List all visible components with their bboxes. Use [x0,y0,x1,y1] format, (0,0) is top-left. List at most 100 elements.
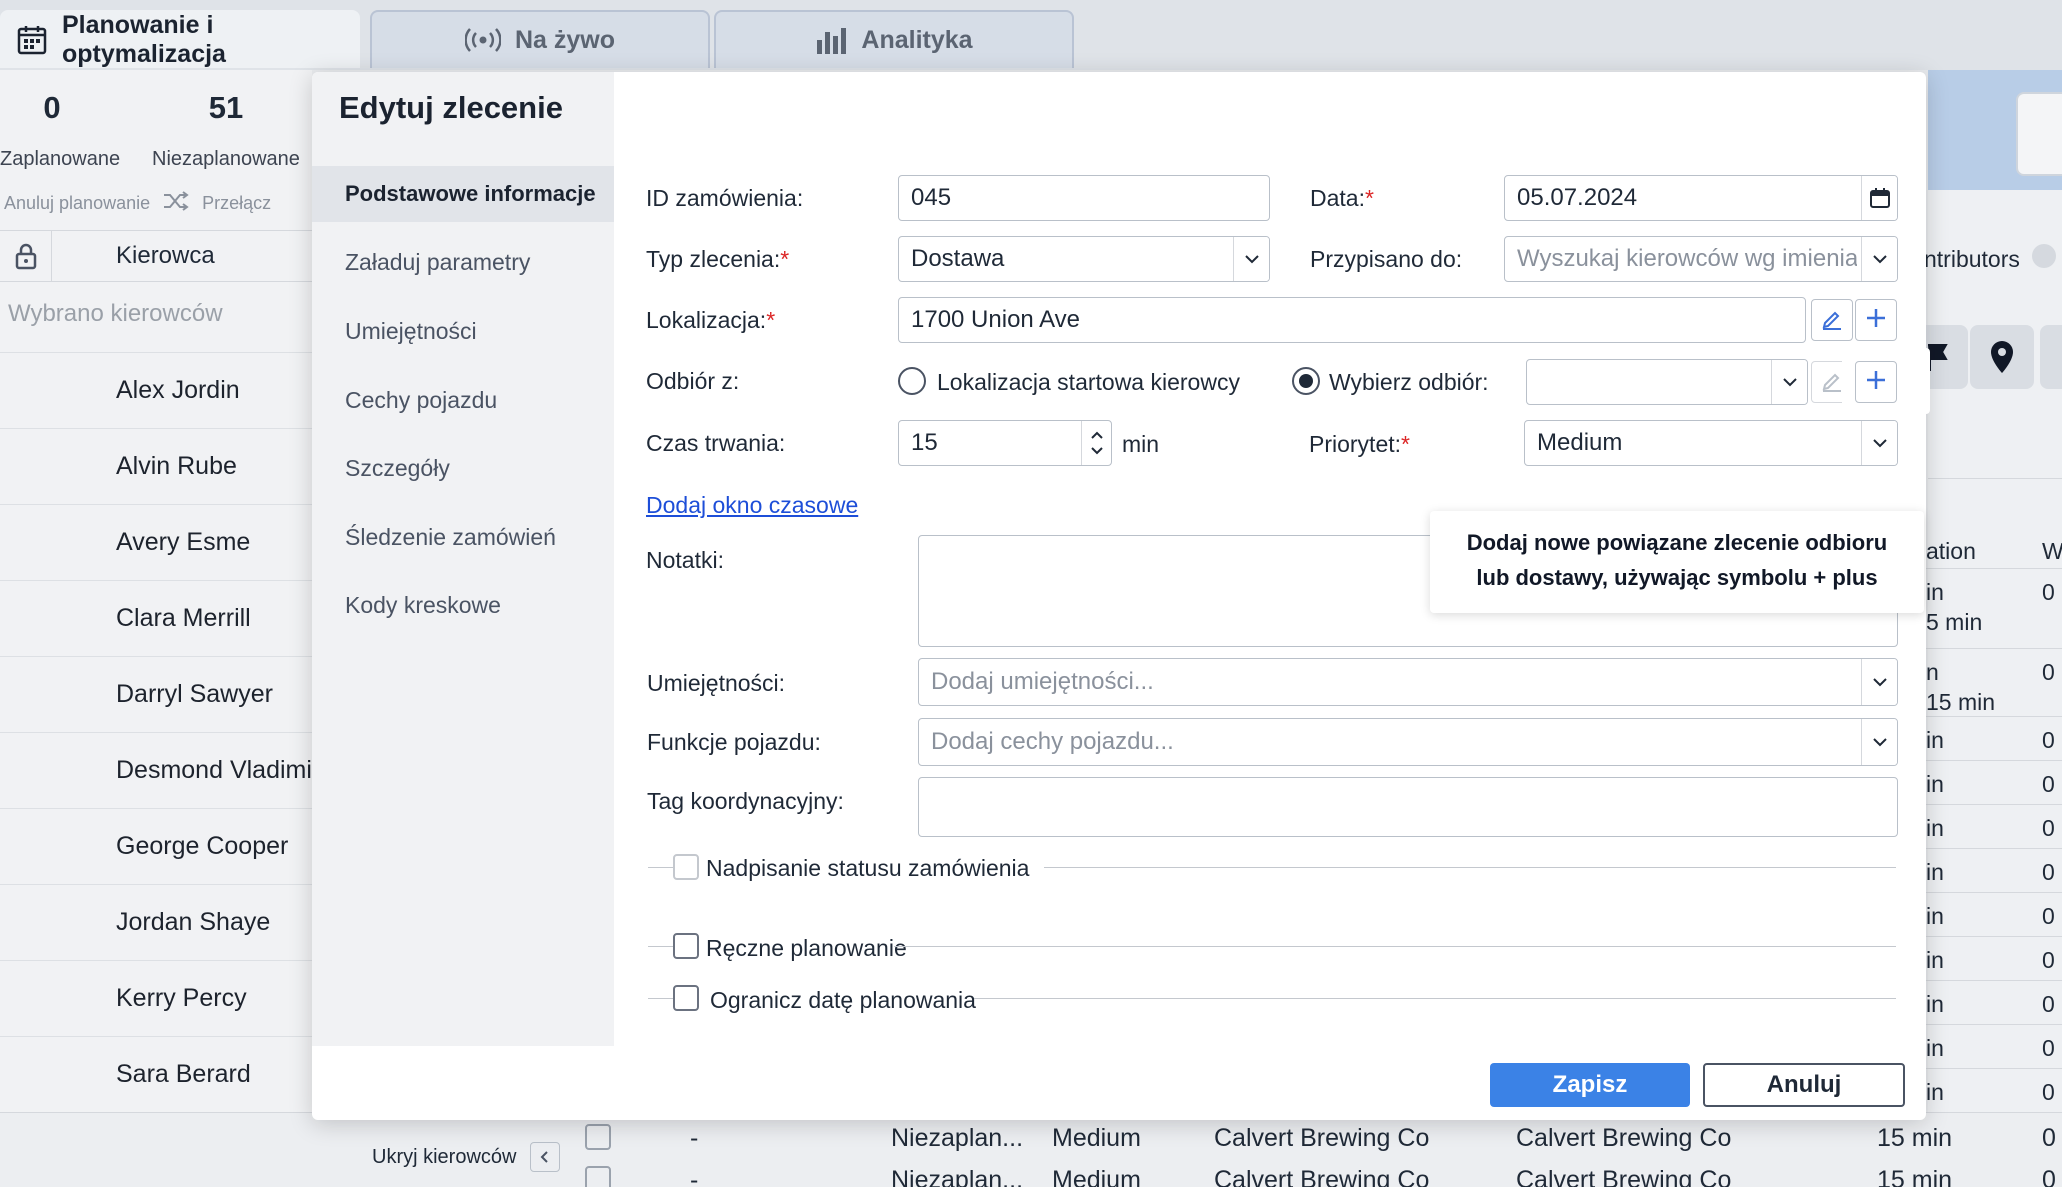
manual-planning-checkbox[interactable] [673,933,699,959]
stat-planned-value: 0 [43,90,61,125]
dialog-side-nav: Edytuj zlecenie Podstawowe informacje Za… [312,72,614,1046]
add-related-order-button[interactable] [1855,361,1897,403]
right-cell-a: n [1926,659,1939,685]
stat-planned-label: Zaplanowane [0,148,121,170]
chevron-down-icon[interactable] [1233,237,1269,281]
driver-row[interactable]: Clara Merrill [0,580,312,656]
driver-start-radio[interactable] [898,367,926,395]
right-cell-b: 0 [2042,727,2055,753]
coordination-tag-label: Tag koordynacyjny: [647,788,844,814]
nav-skills[interactable]: Umiejętności [312,303,614,359]
driver-column-header[interactable]: Kierowca [52,242,215,270]
edit-location-button[interactable] [1811,299,1853,341]
driver-row[interactable]: Avery Esme [0,504,312,580]
calendar-picker-icon[interactable] [1861,176,1897,220]
driver-row[interactable]: Alvin Rube [0,428,312,504]
duration-label: Czas trwania: [646,430,786,456]
notes-label: Notatki: [646,547,724,573]
switch-button[interactable]: Przełącz [202,193,271,214]
right-table-row: in 5 min 0 [1920,568,2062,644]
driver-row[interactable]: Sara Berard [0,1036,312,1112]
date-input[interactable]: 05.07.2024 [1504,175,1898,221]
chevron-down-icon[interactable] [1771,360,1807,404]
cancel-button[interactable]: Anuluj [1703,1063,1905,1107]
tab-analytics[interactable]: Analityka [714,10,1074,68]
order-row[interactable]: - Niezaplan... Medium Calvert Brewing Co Cal… [580,1160,2062,1187]
add-time-window-link[interactable]: Dodaj okno czasowe [646,492,858,519]
chevron-left-icon[interactable] [530,1142,561,1172]
divider [974,998,1896,999]
chevron-down-icon[interactable] [1861,719,1897,765]
limit-planning-date-checkbox[interactable] [673,985,699,1011]
hide-drivers-control[interactable]: Ukryj kierowców [372,1142,561,1172]
stack-icon[interactable] [2016,92,2062,176]
chevron-down-icon[interactable] [1861,659,1897,705]
map-pin-icon[interactable] [1970,325,2034,389]
order-row-checkbox[interactable] [585,1166,611,1187]
order-id-input[interactable]: 045 [898,175,1270,221]
calendar-icon [16,24,48,56]
order-type-select[interactable]: Dostawa [898,236,1270,282]
selected-drivers-filter[interactable]: Wybrano kierowców [8,300,223,328]
nav-load-parameters[interactable]: Załaduj parametry [312,234,614,290]
right-cell-b: 0 [2042,859,2055,885]
right-cell-b: 0 [2042,579,2055,605]
right-table-row: in 0 [1920,804,2062,848]
save-button[interactable]: Zapisz [1490,1063,1690,1107]
duration-input[interactable]: 15 [898,420,1112,466]
location-label: Lokalizacja:* [646,307,775,334]
driver-row[interactable]: George Cooper [0,808,312,884]
pickup-from-label: Odbiór z: [646,368,740,394]
driver-row[interactable]: Jordan Shaye [0,884,312,960]
choose-pickup-label[interactable]: Wybierz odbiór: [1329,369,1489,396]
plus-icon [1865,307,1887,334]
assigned-to-select[interactable]: Wyszukaj kierowców wg imienia lub na [1504,236,1898,282]
shuffle-icon[interactable] [162,190,190,217]
pickup-select[interactable] [1526,359,1808,405]
right-table-row: in 0 [1920,848,2062,892]
hide-drivers-label: Ukryj kierowców [372,1145,517,1168]
nav-order-tracking[interactable]: Śledzenie zamówień [312,509,614,565]
duration-stepper[interactable] [1081,421,1111,465]
chevron-down-icon[interactable] [1861,421,1897,465]
order-cell: 15 min [1877,1124,1953,1152]
right-cell-b: 0 [2042,659,2055,685]
driver-row[interactable]: Kerry Percy [0,960,312,1036]
vehicle-features-select[interactable]: Dodaj cechy pojazdu... [918,718,1898,766]
skills-select[interactable]: Dodaj umiejętności... [918,658,1898,706]
manual-planning-label: Ręczne planowanie [706,935,907,961]
priority-label: Priorytet:* [1309,431,1410,458]
cancel-planning-button[interactable]: Anuluj planowanie [4,193,150,214]
driver-start-label[interactable]: Lokalizacja startowa kierowcy [937,369,1240,396]
choose-pickup-radio[interactable] [1292,367,1320,395]
right-cell-b: 0 [2042,947,2055,973]
planning-actions: Anuluj planowanie Przełącz [4,190,271,217]
status-override-checkbox[interactable] [673,854,699,880]
nav-barcodes[interactable]: Kody kreskowe [312,577,614,633]
add-related-order-tooltip: Dodaj nowe powiązane zlecenie odbioru lu… [1430,511,1924,613]
chevron-down-icon[interactable] [1861,237,1897,281]
right-table-row: in 0 [1920,716,2062,760]
driver-row[interactable]: Darryl Sawyer [0,656,312,732]
right-table-row: in 0 [1920,892,2062,936]
contributors-toggle[interactable] [2032,244,2056,268]
add-location-button[interactable] [1855,299,1897,341]
priority-select[interactable]: Medium [1524,420,1898,466]
tooltip-connector-dot [1882,485,1898,501]
location-input[interactable]: 1700 Union Ave [898,297,1806,343]
nav-basic-info[interactable]: Podstawowe informacje [312,166,614,222]
priority-value: Medium [1537,429,1623,456]
order-row[interactable]: - Niezaplan... Medium Calvert Brewing Co Cal… [580,1118,2062,1160]
lock-icon[interactable] [0,231,52,281]
coordination-tag-input[interactable] [918,777,1898,837]
droplet-icon[interactable] [2040,325,2062,389]
nav-vehicle-features[interactable]: Cechy pojazdu [312,372,614,428]
tab-planning[interactable]: Planowanie i optymalizacja [0,10,360,68]
divider [894,946,1896,947]
driver-row[interactable]: Alex Jordin [0,352,312,428]
tab-live[interactable]: Na żywo [370,10,710,68]
nav-details[interactable]: Szczegóły [312,440,614,496]
driver-row[interactable]: Desmond Vladimir [0,732,312,808]
order-row-checkbox[interactable] [585,1124,611,1150]
pencil-icon [1820,306,1844,335]
